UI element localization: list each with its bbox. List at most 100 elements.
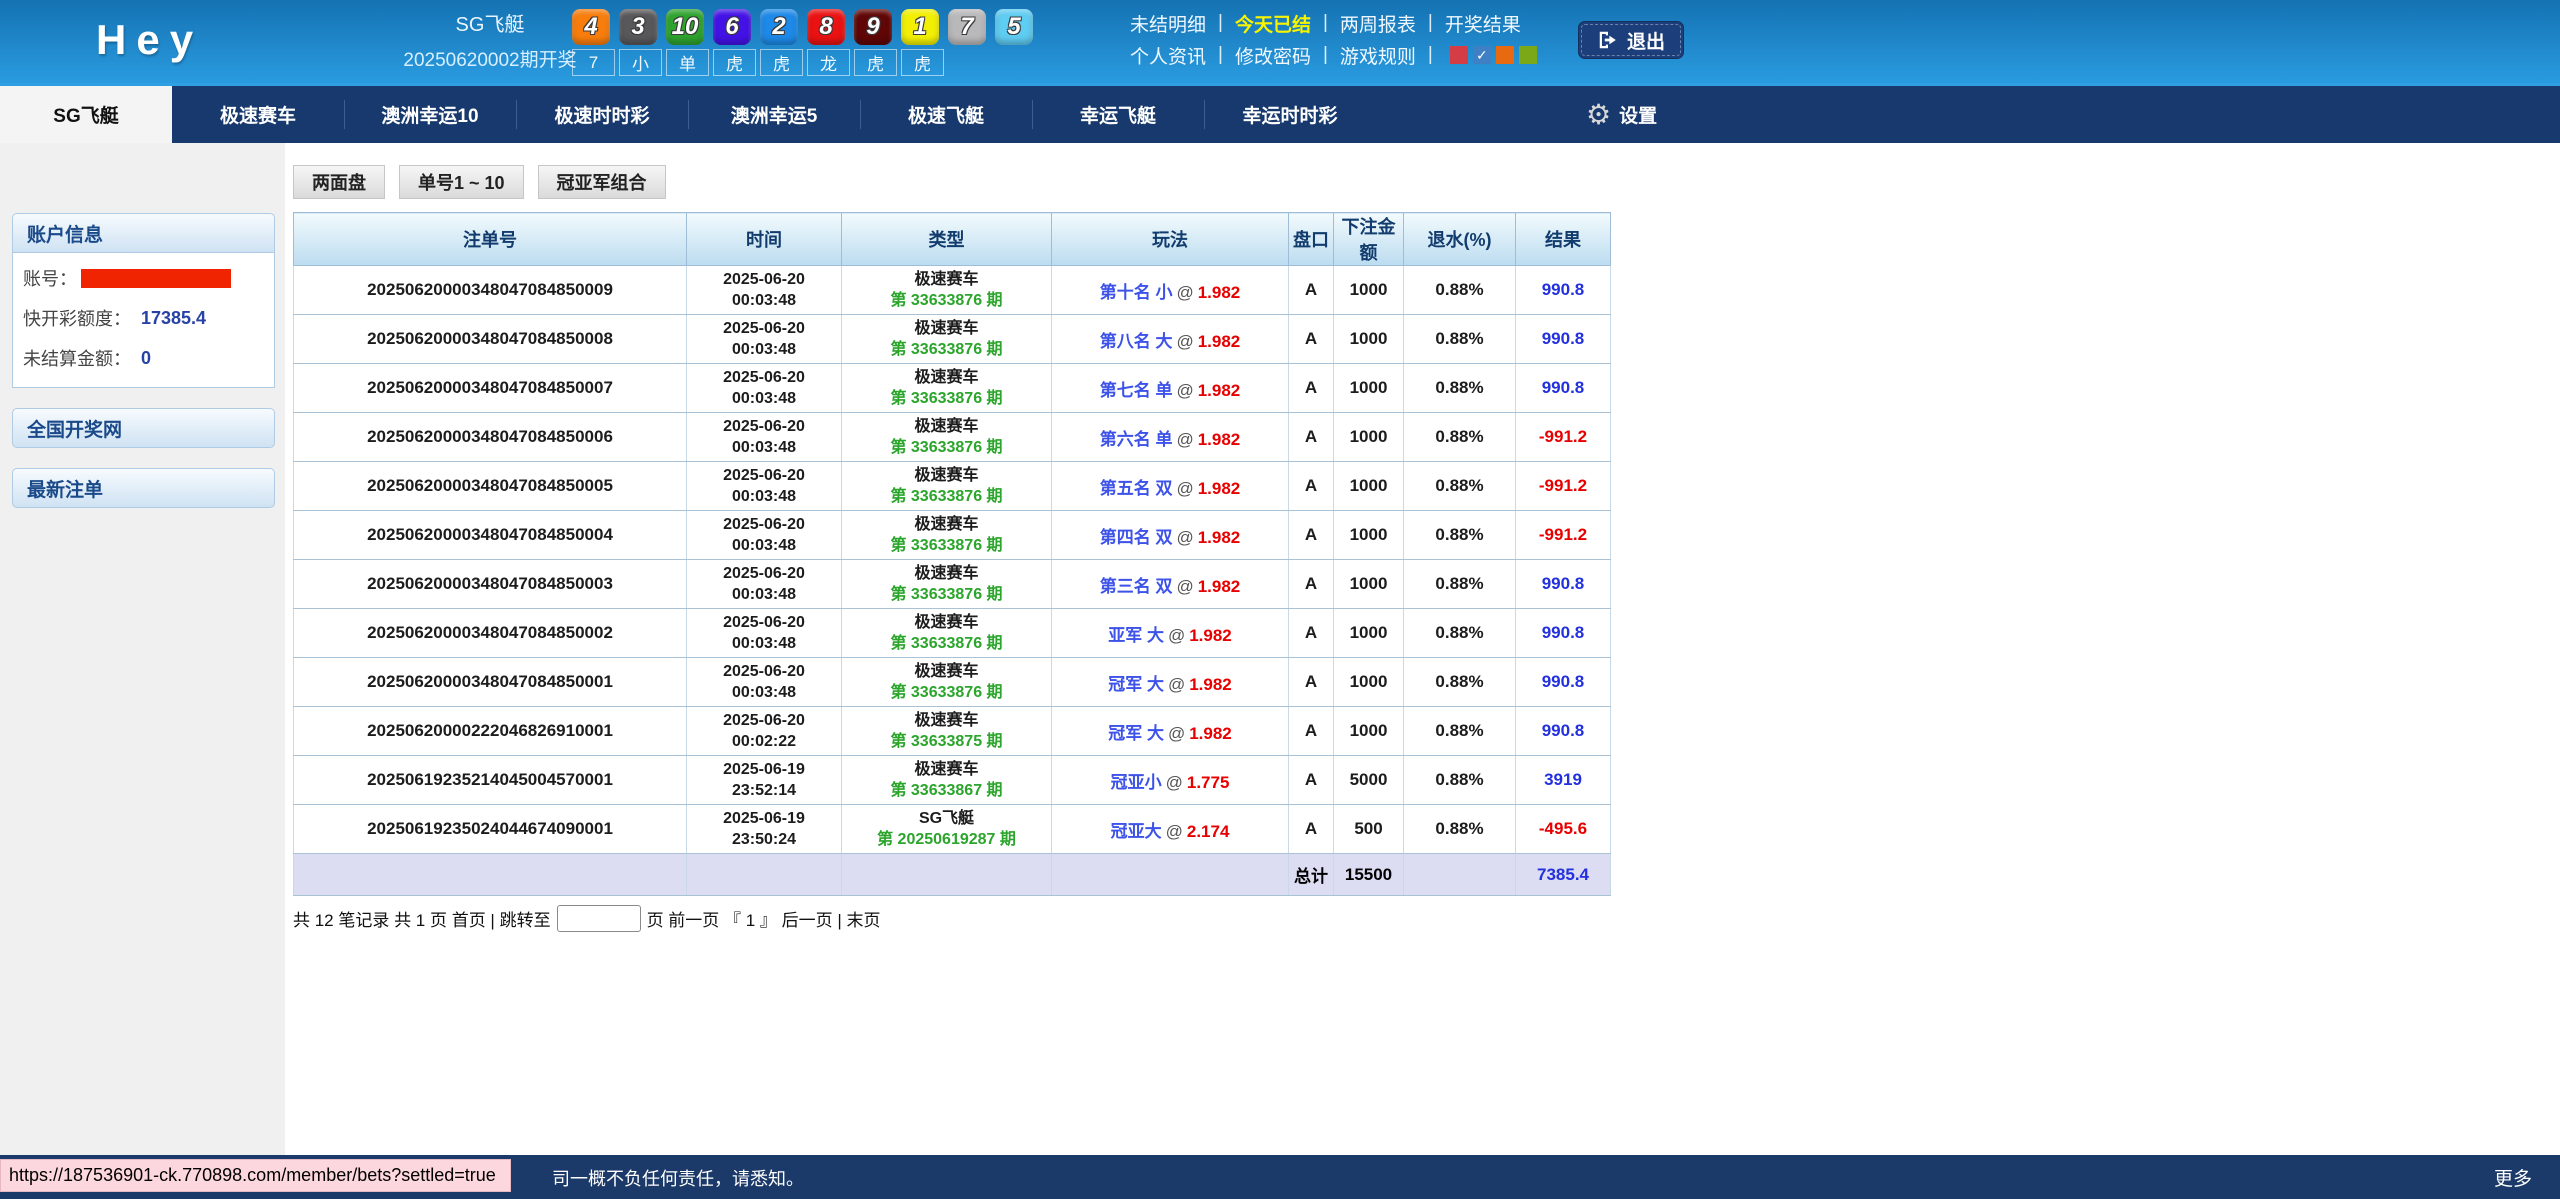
sidebar: 账户信息 账号： 快开彩额度： 17385.4 未结算金额： 0: [0, 143, 285, 1155]
filter-button[interactable]: 两面盘: [293, 165, 385, 199]
market-cell: A: [1289, 364, 1334, 413]
odds-value: 1.982: [1189, 724, 1232, 743]
game-name: 极速赛车: [842, 759, 1051, 780]
latest-bets-panel[interactable]: 最新注单: [12, 468, 275, 508]
quota-value: 17385.4: [141, 308, 206, 329]
nav-tab[interactable]: SG飞艇: [0, 86, 172, 143]
header-link[interactable]: 开奖结果: [1445, 10, 1521, 37]
play-name[interactable]: 第七名 单: [1100, 381, 1173, 400]
filter-button[interactable]: 单号1 ~ 10: [399, 165, 524, 199]
period-number: 第 33633876 期: [842, 633, 1051, 654]
link-separator: |: [1218, 12, 1223, 34]
header-link[interactable]: 个人资讯: [1130, 42, 1206, 69]
lottery-ball: 4: [572, 9, 610, 45]
table-row: 202506200002220468269100012025-06-2000:0…: [294, 707, 1611, 756]
table-row: 202506200003480470848500092025-06-2000:0…: [294, 266, 1611, 315]
header-link[interactable]: 未结明细: [1130, 10, 1206, 37]
header-link[interactable]: 两周报表: [1340, 10, 1416, 37]
bet-time: 00:03:48: [687, 682, 841, 703]
play-name[interactable]: 冠亚大: [1111, 822, 1162, 841]
nav-tab[interactable]: 幸运飞艇: [1032, 86, 1204, 143]
type-cell: 极速赛车第 33633867 期: [842, 756, 1052, 805]
play-name[interactable]: 第五名 双: [1100, 479, 1173, 498]
at-symbol: @: [1166, 822, 1183, 841]
play-name[interactable]: 第六名 单: [1100, 430, 1173, 449]
header-link[interactable]: 今天已结: [1235, 10, 1311, 37]
unsettled-value: 0: [141, 348, 151, 369]
time-cell: 2025-06-2000:03:48: [687, 462, 842, 511]
column-header: 结果: [1516, 213, 1611, 266]
column-header: 注单号: [294, 213, 687, 266]
column-header: 盘口: [1289, 213, 1334, 266]
period-number: 第 33633876 期: [842, 437, 1051, 458]
nav-tabs: SG飞艇极速赛车澳洲幸运10极速时时彩澳洲幸运5极速飞艇幸运飞艇幸运时时彩: [0, 86, 1376, 143]
amount-cell: 1000: [1334, 560, 1404, 609]
rebate-cell: 0.88%: [1404, 511, 1516, 560]
gear-icon: ⚙: [1586, 98, 1611, 131]
bet-id-cell: 20250620000222046826910001: [294, 707, 687, 756]
period-number: 第 33633876 期: [842, 339, 1051, 360]
table-body: 202506200003480470848500092025-06-2000:0…: [294, 266, 1611, 854]
nav-tab[interactable]: 澳洲幸运10: [344, 86, 516, 143]
play-cell: 第五名 双@1.982: [1052, 462, 1289, 511]
bet-id-cell: 20250620000348047084850009: [294, 266, 687, 315]
legend-square[interactable]: [1450, 46, 1468, 64]
nav-tab[interactable]: 澳洲幸运5: [688, 86, 860, 143]
footer-more-link[interactable]: 更多: [2494, 1164, 2532, 1191]
link-separator: |: [1428, 44, 1433, 66]
header-link[interactable]: 修改密码: [1235, 42, 1311, 69]
play-name[interactable]: 第三名 双: [1100, 577, 1173, 596]
odds-value: 1.982: [1198, 430, 1241, 449]
draw-label: 20250620002期开奖: [390, 45, 590, 72]
filter-button[interactable]: 冠亚军组合: [538, 165, 666, 199]
page-jump-input[interactable]: [557, 905, 641, 932]
total-label: 总计: [1289, 854, 1334, 896]
footer: https://187536901-ck.770898.com/member/b…: [0, 1155, 2560, 1199]
legend-square[interactable]: [1519, 46, 1537, 64]
result-tag: 虎: [760, 49, 803, 76]
amount-cell: 1000: [1334, 658, 1404, 707]
nav-tab[interactable]: 极速飞艇: [860, 86, 1032, 143]
result-tag: 虎: [854, 49, 897, 76]
header-link[interactable]: 游戏规则: [1340, 42, 1416, 69]
play-name[interactable]: 第十名 小: [1100, 283, 1173, 302]
type-cell: 极速赛车第 33633875 期: [842, 707, 1052, 756]
result-cell: 990.8: [1516, 315, 1611, 364]
unsettled-line: 未结算金额： 0: [23, 345, 264, 371]
nav-tab[interactable]: 幸运时时彩: [1204, 86, 1376, 143]
table-row: 202506200003480470848500072025-06-2000:0…: [294, 364, 1611, 413]
lottery-ball: 7: [948, 9, 986, 45]
rebate-cell: 0.88%: [1404, 364, 1516, 413]
bet-date: 2025-06-20: [687, 661, 841, 682]
bet-time: 00:03:48: [687, 388, 841, 409]
nav-tab[interactable]: 极速赛车: [172, 86, 344, 143]
logout-icon: [1597, 29, 1619, 51]
play-name[interactable]: 第八名 大: [1100, 332, 1173, 351]
legend-square[interactable]: ✓: [1473, 46, 1491, 64]
time-cell: 2025-06-2000:03:48: [687, 658, 842, 707]
bet-time: 00:02:22: [687, 731, 841, 752]
play-name[interactable]: 冠亚小: [1111, 773, 1162, 792]
national-results-panel[interactable]: 全国开奖网: [12, 408, 275, 448]
game-name: 极速赛车: [842, 514, 1051, 535]
type-cell: 极速赛车第 33633876 期: [842, 462, 1052, 511]
play-name[interactable]: 冠军 大: [1108, 675, 1164, 694]
play-name[interactable]: 冠军 大: [1108, 724, 1164, 743]
logout-button[interactable]: 退出: [1578, 21, 1684, 59]
latest-bets-title: 最新注单: [12, 468, 275, 508]
odds-value: 1.982: [1198, 283, 1241, 302]
odds-value: 1.982: [1198, 528, 1241, 547]
market-cell: A: [1289, 315, 1334, 364]
at-symbol: @: [1168, 675, 1185, 694]
result-cell: 990.8: [1516, 609, 1611, 658]
legend-square[interactable]: [1496, 46, 1514, 64]
bet-time: 23:50:24: [687, 829, 841, 850]
table-header-row: 注单号时间类型玩法盘口下注金额退水(%)结果: [294, 213, 1611, 266]
play-cell: 第四名 双@1.982: [1052, 511, 1289, 560]
result-tag: 虎: [713, 49, 756, 76]
market-cell: A: [1289, 658, 1334, 707]
settings-button[interactable]: ⚙ 设置: [1586, 86, 1657, 143]
play-name[interactable]: 第四名 双: [1100, 528, 1173, 547]
play-name[interactable]: 亚军 大: [1108, 626, 1164, 645]
nav-tab[interactable]: 极速时时彩: [516, 86, 688, 143]
